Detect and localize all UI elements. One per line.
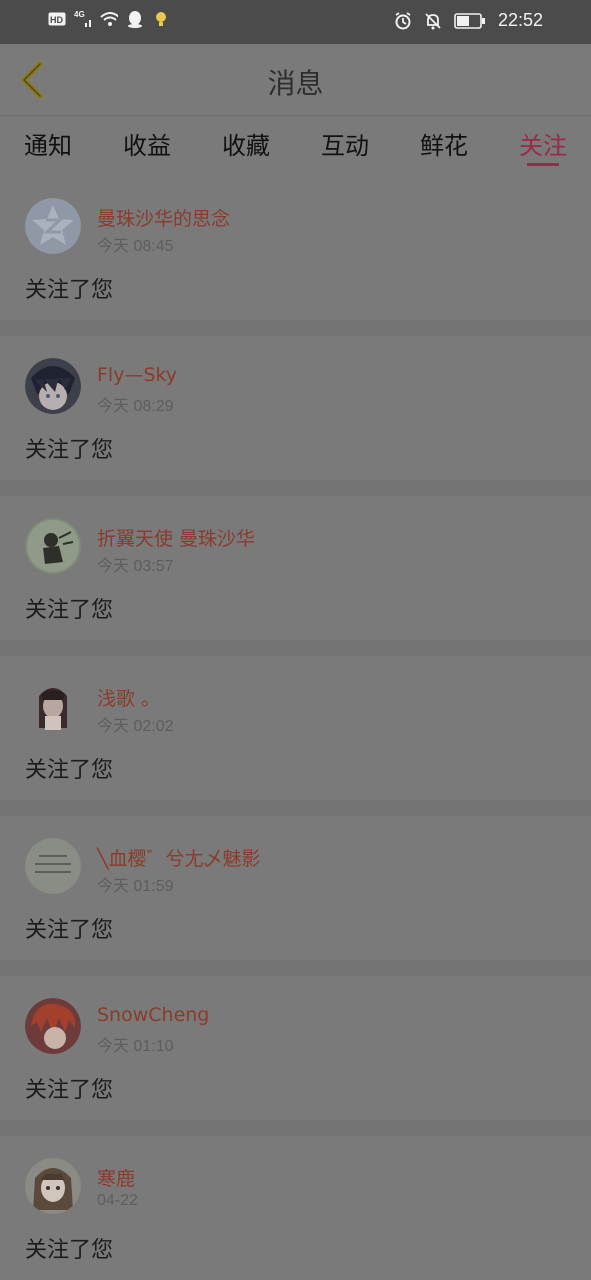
avatar[interactable] [25,678,81,734]
battery-icon [454,12,486,30]
status-left-icons: HD 4G [48,10,170,28]
timestamp: 04-22 [97,1192,138,1209]
status-time: 22:52 [497,10,543,30]
user-name[interactable]: Fly—Sky [97,364,177,386]
timestamp: 今天 01:59 [97,878,174,895]
avatar[interactable] [25,358,81,414]
timestamp: 今天 08:29 [97,398,174,415]
avatar[interactable] [25,1158,81,1214]
divider [0,1120,591,1136]
notification-message: 关注了您 [25,598,114,623]
notification-message: 关注了您 [25,1238,114,1263]
4g-signal-icon: 4G [74,10,92,28]
divider [0,640,591,656]
svg-text:HD: HD [50,15,63,25]
user-name[interactable]: 寒鹿 [97,1164,135,1191]
notification-message: 关注了您 [25,438,114,463]
alarm-icon [394,11,412,30]
tab-bar: 通知 收益 收藏 互动 鲜花 关注 [0,116,591,176]
list-item[interactable]: 浅歌 。 今天 02:02 关注了您 [0,656,591,800]
avatar[interactable] [25,838,81,894]
status-bar: HD 4G 22:52 [0,0,591,44]
hd-icon: HD [48,10,66,28]
user-name[interactable]: ╲血樱゛兮尢乄魅影 [97,844,260,871]
tab-follow[interactable]: 关注 [519,126,567,161]
list-item[interactable]: 曼珠沙华的思念 今天 08:45 关注了您 [0,176,591,320]
user-name[interactable]: 浅歌 。 [97,684,160,711]
user-name[interactable]: 曼珠沙华的思念 [97,204,230,231]
list-item[interactable]: 折翼天使 曼珠沙华 今天 03:57 关注了您 [0,496,591,640]
list-item[interactable]: SnowCheng 今天 01:10 关注了您 [0,976,591,1120]
header: 消息 [0,44,591,116]
list-item[interactable]: Fly—Sky 今天 08:29 关注了您 [0,336,591,480]
notification-message: 关注了您 [25,278,114,303]
list-item[interactable]: 寒鹿 04-22 关注了您 [0,1136,591,1280]
user-name[interactable]: SnowCheng [97,1004,209,1026]
tab-notice[interactable]: 通知 [24,126,72,161]
user-name[interactable]: 折翼天使 曼珠沙华 [97,524,255,551]
divider [0,960,591,976]
qq-icon [126,10,144,28]
notification-message: 关注了您 [25,918,114,943]
wifi-icon [100,10,118,28]
svg-text:4G: 4G [74,10,85,19]
mute-bell-icon [424,12,442,30]
avatar[interactable] [25,518,81,574]
divider [0,480,591,496]
active-tab-indicator [527,163,559,166]
timestamp: 今天 03:57 [97,558,174,575]
timestamp: 今天 02:02 [97,718,174,735]
list-item[interactable]: ╲血樱゛兮尢乄魅影 今天 01:59 关注了您 [0,816,591,960]
tab-interaction[interactable]: 互动 [321,126,369,161]
tab-favorites[interactable]: 收藏 [222,126,270,161]
status-right-icons: 22:52 [394,10,543,31]
avatar[interactable] [25,998,81,1054]
divider [0,800,591,816]
avatar[interactable] [25,198,81,254]
bulb-icon [152,10,170,28]
notification-message: 关注了您 [25,758,114,783]
divider [0,320,591,336]
timestamp: 今天 08:45 [97,238,174,255]
page-title: 消息 [267,67,324,100]
notification-message: 关注了您 [25,1078,114,1103]
tab-earnings[interactable]: 收益 [123,126,171,161]
timestamp: 今天 01:10 [97,1038,174,1055]
tab-flowers[interactable]: 鲜花 [420,126,468,161]
